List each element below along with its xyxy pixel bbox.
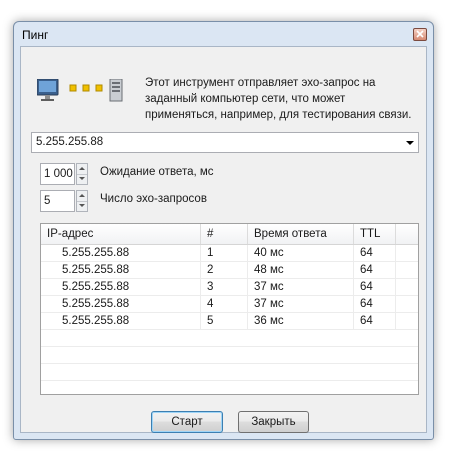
- table-row[interactable]: 5.255.255.88 3 37 мс 64: [41, 279, 418, 296]
- cell-number: 1: [201, 245, 248, 261]
- cell-number: 4: [201, 296, 248, 312]
- table-row[interactable]: 5.255.255.88 2 48 мс 64: [41, 262, 418, 279]
- cell-ttl: 64: [354, 279, 396, 295]
- cell-number: 3: [201, 279, 248, 295]
- window-title: Пинг: [22, 28, 49, 42]
- close-button[interactable]: Закрыть: [238, 411, 309, 433]
- cell-ip: 5.255.255.88: [41, 245, 201, 261]
- count-down-icon[interactable]: [77, 201, 87, 211]
- cell-response-time: 37 мс: [248, 279, 354, 295]
- cell-number: 2: [201, 262, 248, 278]
- timeout-value: 1 000: [44, 168, 73, 180]
- cell-response-time: 48 мс: [248, 262, 354, 278]
- cell-ip: 5.255.255.88: [41, 262, 201, 278]
- packet-dots-icon: [69, 84, 103, 92]
- column-ttl[interactable]: TTL: [354, 224, 396, 244]
- timeout-stepper[interactable]: [76, 163, 88, 185]
- empty-row: [41, 381, 418, 394]
- empty-row: [41, 364, 418, 381]
- cell-response-time: 37 мс: [248, 296, 354, 312]
- server-icon: [109, 78, 123, 102]
- cell-ttl: 64: [354, 296, 396, 312]
- column-number[interactable]: #: [201, 224, 248, 244]
- timeout-down-icon[interactable]: [77, 174, 87, 184]
- table-row[interactable]: 5.255.255.88 1 40 мс 64: [41, 245, 418, 262]
- count-stepper[interactable]: [76, 190, 88, 212]
- empty-row: [41, 347, 418, 364]
- cell-ttl: 64: [354, 262, 396, 278]
- column-response-time[interactable]: Время ответа: [248, 224, 354, 244]
- cell-number: 5: [201, 313, 248, 329]
- empty-row: [41, 330, 418, 347]
- start-button[interactable]: Старт: [151, 411, 223, 433]
- title-bar[interactable]: Пинг: [14, 22, 433, 46]
- tool-description: Этот инструмент отправляет эхо-запрос на…: [145, 77, 412, 121]
- close-window-button[interactable]: [413, 28, 427, 41]
- timeout-input[interactable]: 1 000: [40, 163, 75, 185]
- table-row[interactable]: 5.255.255.88 5 36 мс 64: [41, 313, 418, 330]
- monitor-icon: [36, 78, 59, 101]
- close-icon: [416, 30, 424, 38]
- ping-dialog: Пинг Этот инструмент отправляет эхо-запр…: [13, 21, 434, 440]
- chevron-down-icon[interactable]: [406, 141, 414, 145]
- target-host-value: 5.255.255.88: [36, 136, 104, 148]
- cell-ip: 5.255.255.88: [41, 313, 201, 329]
- ping-illustration: [36, 78, 127, 108]
- table-header: IP-адрес # Время ответа TTL: [41, 224, 418, 245]
- cell-response-time: 36 мс: [248, 313, 354, 329]
- cell-response-time: 40 мс: [248, 245, 354, 261]
- results-table: IP-адрес # Время ответа TTL 5.255.255.88…: [40, 223, 419, 395]
- column-ip[interactable]: IP-адрес: [41, 224, 201, 244]
- cell-ip: 5.255.255.88: [41, 279, 201, 295]
- table-row[interactable]: 5.255.255.88 4 37 мс 64: [41, 296, 418, 313]
- timeout-label: Ожидание ответа, мс: [100, 166, 214, 178]
- dialog-body: Этот инструмент отправляет эхо-запрос на…: [20, 46, 427, 433]
- count-label: Число эхо-запросов: [100, 193, 207, 205]
- cell-ttl: 64: [354, 245, 396, 261]
- count-input[interactable]: 5: [40, 190, 75, 212]
- cell-ttl: 64: [354, 313, 396, 329]
- cell-ip: 5.255.255.88: [41, 296, 201, 312]
- target-host-combobox[interactable]: 5.255.255.88: [31, 132, 419, 153]
- count-value: 5: [44, 195, 51, 207]
